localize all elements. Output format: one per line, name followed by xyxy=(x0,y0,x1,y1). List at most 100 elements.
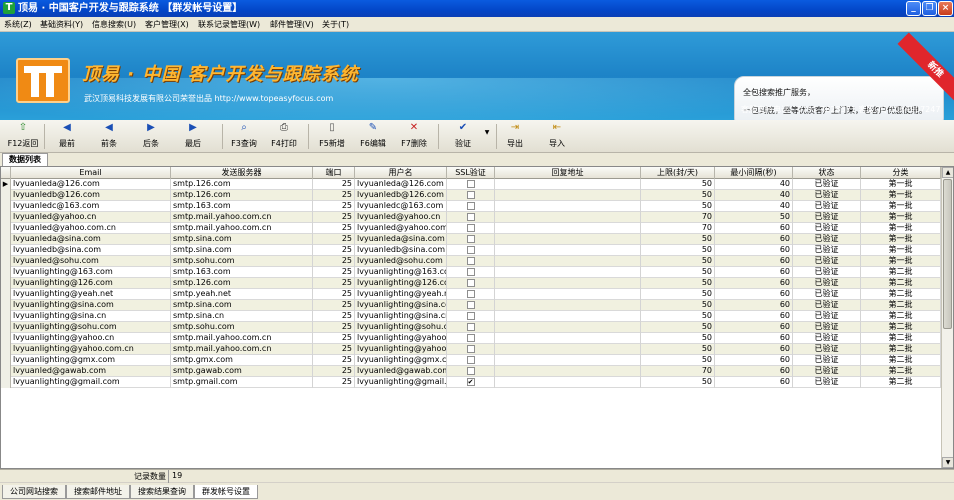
table-row[interactable]: ▶ lvyuanleda@126.com smtp.126.com 25 lvyuanl… xyxy=(1,179,941,190)
row-selector[interactable] xyxy=(1,267,11,278)
col-smtp-server[interactable]: 发送服务器 xyxy=(171,167,313,179)
ssl-checkbox[interactable] xyxy=(466,323,475,331)
row-selector[interactable] xyxy=(1,278,11,289)
table-row[interactable]: lvyuanleda@sina.com smtp.sina.com 25 lvyuan… xyxy=(1,234,941,245)
row-selector[interactable] xyxy=(1,223,11,234)
table-row[interactable]: lvyuanlighting@yahoo.cn smtp.mail.yahoo.c… xyxy=(1,333,941,344)
delete-button[interactable]: ✕ F7删除 xyxy=(398,122,430,151)
row-selector[interactable] xyxy=(1,190,11,201)
col-daily-limit[interactable]: 上限(封/天) xyxy=(641,167,715,179)
add-button[interactable]: ▯ F5新增 xyxy=(316,122,348,151)
table-row[interactable]: lvyuanlighting@yeah.net smtp.yeah.net 25 lv… xyxy=(1,289,941,300)
row-selector[interactable] xyxy=(1,256,11,267)
tab-email-search[interactable]: 搜索邮件地址 xyxy=(66,485,130,499)
return-button[interactable]: ⇧ F12返回 xyxy=(6,122,40,151)
restore-icon[interactable]: ❐ xyxy=(922,1,937,16)
ssl-checkbox[interactable] xyxy=(466,312,475,320)
ssl-checkbox[interactable] xyxy=(466,235,475,243)
table-row[interactable]: lvyuanlighting@sina.com smtp.sina.com 25 lv… xyxy=(1,300,941,311)
scroll-down-icon[interactable]: ▼ xyxy=(942,457,953,468)
scroll-thumb[interactable] xyxy=(943,179,952,329)
row-selector[interactable]: ▶ xyxy=(1,179,11,190)
row-selector[interactable] xyxy=(1,201,11,212)
row-selector[interactable] xyxy=(1,212,11,223)
ssl-checkbox[interactable] xyxy=(466,345,475,353)
export-button[interactable]: ⇥ 导出 xyxy=(502,122,528,151)
ssl-checkbox[interactable] xyxy=(466,279,475,287)
edit-button[interactable]: ✎ F6编辑 xyxy=(357,122,389,151)
next-record-button[interactable]: ▶ 后条 xyxy=(136,122,166,151)
col-status[interactable]: 状态 xyxy=(793,167,861,179)
table-row[interactable]: lvyuanledc@163.com smtp.163.com 25 lvyuanle… xyxy=(1,201,941,212)
ssl-checkbox[interactable]: ✔ xyxy=(466,378,475,386)
table-row[interactable]: lvyuanlighting@gmx.com smtp.gmx.com 25 lvyu… xyxy=(1,355,941,366)
col-ssl[interactable]: SSL验证 xyxy=(447,167,495,179)
tab-company-site-search[interactable]: 公司网站搜索 xyxy=(2,485,66,499)
menu-system[interactable]: 系统(Z) xyxy=(4,19,32,30)
ssl-checkbox[interactable] xyxy=(466,334,475,342)
print-button[interactable]: ⎙ F4打印 xyxy=(268,122,300,151)
col-category[interactable]: 分类 xyxy=(861,167,941,179)
ssl-checkbox[interactable] xyxy=(466,246,475,254)
ssl-checkbox[interactable] xyxy=(466,257,475,265)
row-selector[interactable] xyxy=(1,300,11,311)
ssl-checkbox[interactable] xyxy=(466,213,475,221)
verify-dropdown-icon[interactable]: ▼ xyxy=(482,129,492,141)
scroll-up-icon[interactable]: ▲ xyxy=(942,167,953,178)
table-row[interactable]: lvyuanlighting@sohu.com smtp.sohu.com 25 lv… xyxy=(1,322,941,333)
row-selector[interactable] xyxy=(1,366,11,377)
row-selector[interactable] xyxy=(1,289,11,300)
menu-about[interactable]: 关于(T) xyxy=(322,19,349,30)
verify-button[interactable]: ✔ 验证 xyxy=(448,122,478,151)
menu-mail-mgmt[interactable]: 邮件管理(V) xyxy=(270,19,314,30)
prev-record-button[interactable]: ◀ 前条 xyxy=(94,122,124,151)
col-reply-address[interactable]: 回复地址 xyxy=(495,167,641,179)
table-row[interactable]: lvyuanlighting@gmail.com smtp.gmail.com 25… xyxy=(1,377,941,388)
ssl-checkbox[interactable] xyxy=(466,268,475,276)
ssl-checkbox[interactable] xyxy=(466,301,475,309)
minimize-icon[interactable]: _ xyxy=(906,1,921,16)
table-row[interactable]: lvyuanled@yahoo.com.cn smtp.mail.yahoo.co… xyxy=(1,223,941,234)
row-selector[interactable] xyxy=(1,377,11,388)
ssl-checkbox[interactable] xyxy=(466,202,475,210)
col-username[interactable]: 用户名 xyxy=(355,167,447,179)
query-button[interactable]: ⌕ F3查询 xyxy=(228,122,260,151)
ssl-checkbox[interactable] xyxy=(466,290,475,298)
ssl-checkbox[interactable] xyxy=(466,224,475,232)
ssl-checkbox[interactable] xyxy=(466,180,475,188)
col-min-interval[interactable]: 最小间隔(秒) xyxy=(715,167,793,179)
ssl-checkbox[interactable] xyxy=(466,191,475,199)
ssl-checkbox[interactable] xyxy=(466,356,475,364)
table-row[interactable]: lvyuanled@sohu.com smtp.sohu.com 25 lvyuanl… xyxy=(1,256,941,267)
menu-customer-mgmt[interactable]: 客户管理(X) xyxy=(145,19,189,30)
tab-result-query[interactable]: 搜索结果查询 xyxy=(130,485,194,499)
table-row[interactable]: lvyuanlighting@sina.cn smtp.sina.cn 25 lvyu… xyxy=(1,311,941,322)
menu-info-search[interactable]: 信息搜索(U) xyxy=(92,19,136,30)
tab-bulk-account-settings[interactable]: 群发帐号设置 xyxy=(194,485,258,499)
col-port[interactable]: 端口 xyxy=(313,167,355,179)
table-row[interactable]: lvyuanlighting@126.com smtp.126.com 25 lvyu… xyxy=(1,278,941,289)
col-email[interactable]: Email xyxy=(11,167,171,179)
table-row[interactable]: lvyuanled@yahoo.cn smtp.mail.yahoo.com.cn… xyxy=(1,212,941,223)
row-selector[interactable] xyxy=(1,245,11,256)
table-row[interactable]: lvyuanlighting@yahoo.com.cn smtp.mail.yah… xyxy=(1,344,941,355)
last-record-button[interactable]: ▶ 最后 xyxy=(178,122,208,151)
row-selector[interactable] xyxy=(1,234,11,245)
row-selector[interactable] xyxy=(1,344,11,355)
tab-data-list[interactable]: 数据列表 xyxy=(2,153,48,166)
table-row[interactable]: lvyuanled@gawab.com smtp.gawab.com 25 lvyua… xyxy=(1,366,941,377)
row-selector[interactable] xyxy=(1,355,11,366)
table-row[interactable]: lvyuanledb@sina.com smtp.sina.com 25 lvyuan… xyxy=(1,245,941,256)
row-selector[interactable] xyxy=(1,311,11,322)
first-record-button[interactable]: ◀ 最前 xyxy=(52,122,82,151)
table-row[interactable]: lvyuanlighting@163.com smtp.163.com 25 lvyu… xyxy=(1,267,941,278)
menu-basic-data[interactable]: 基础资料(Y) xyxy=(40,19,83,30)
ssl-checkbox[interactable] xyxy=(466,367,475,375)
vertical-scrollbar[interactable]: ▲ ▼ xyxy=(941,167,953,468)
row-selector[interactable] xyxy=(1,322,11,333)
close-icon[interactable]: × xyxy=(938,1,953,16)
table-row[interactable]: lvyuanledb@126.com smtp.126.com 25 lvyuanle… xyxy=(1,190,941,201)
import-button[interactable]: ⇤ 导入 xyxy=(544,122,570,151)
row-selector[interactable] xyxy=(1,333,11,344)
menu-contact-records[interactable]: 联系记录管理(W) xyxy=(198,19,260,30)
